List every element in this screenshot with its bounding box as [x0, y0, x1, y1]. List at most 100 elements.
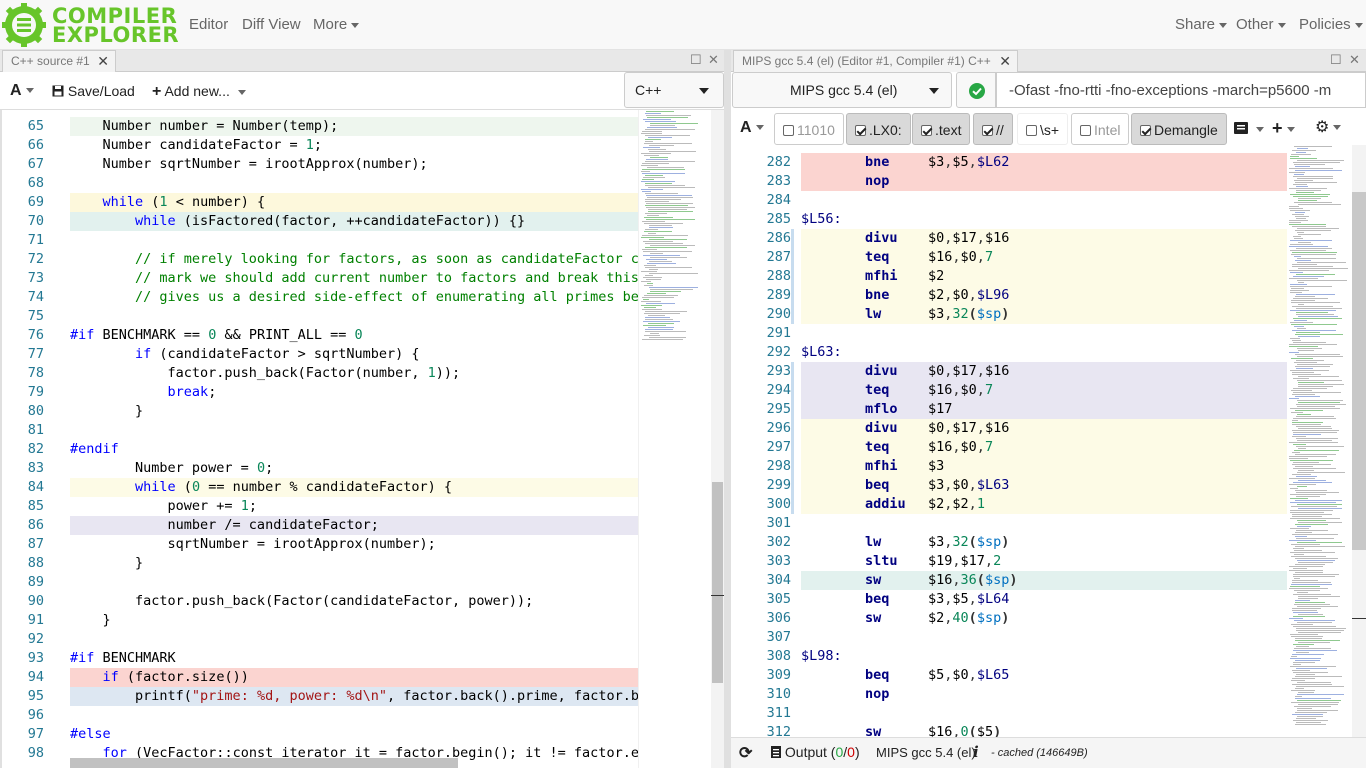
assembly-line[interactable]: 311 [731, 704, 1287, 723]
assembly-line[interactable]: 309 beq $5,$0,$L65 [731, 666, 1287, 685]
source-vertical-scrollbar[interactable] [711, 110, 724, 768]
assembly-line[interactable]: 282 bne $3,$5,$L62 [731, 153, 1287, 172]
source-code-line[interactable]: 84 while (0 == number % candidateFactor)… [0, 478, 638, 497]
tab-compiler[interactable]: MIPS gcc 5.4 (el) (Editor #1, Compiler #… [733, 50, 1018, 72]
font-scale-button[interactable]: A [740, 111, 764, 145]
source-code-line[interactable]: 68 [0, 174, 638, 193]
source-code-line[interactable]: 76 #if BENCHMARK == 0 && PRINT_ALL == 0 [0, 326, 638, 345]
assembly-minimap[interactable] [1287, 145, 1352, 737]
assembly-line[interactable]: 289 bne $2,$0,$L96 [731, 286, 1287, 305]
compiler-explorer-logo[interactable]: COMPILER EXPLORER [2, 3, 179, 47]
source-code-line[interactable]: 79 break; [0, 383, 638, 402]
compiler-options-input[interactable]: -Ofast -fno-rtti -fno-exceptions -march=… [996, 72, 1366, 108]
source-code-line[interactable]: 71 [0, 231, 638, 250]
assembly-line[interactable]: 295 mflo $17 [731, 400, 1287, 419]
source-horizontal-scrollbar[interactable] [70, 758, 458, 768]
source-minimap[interactable] [638, 110, 711, 768]
assembly-line[interactable]: 299 beq $3,$0,$L63 [731, 476, 1287, 495]
assembly-line[interactable]: 283 nop [731, 172, 1287, 191]
compiler-select[interactable]: MIPS gcc 5.4 (el) [732, 72, 952, 108]
assembly-line[interactable]: 293 divu $0,$17,$16 [731, 362, 1287, 381]
assembly-line[interactable]: 290 lw $3,32($sp) [731, 305, 1287, 324]
source-code-line[interactable]: 80 } [0, 402, 638, 421]
source-code-line[interactable]: 72 // if merely looking for factors, as … [0, 250, 647, 269]
assembly-line[interactable]: 291 [731, 324, 1287, 343]
assembly-line[interactable]: 302 lw $3,32($sp) [731, 533, 1287, 552]
source-code-line[interactable]: 81 [0, 421, 638, 440]
filter-labels-toggle[interactable]: .LX0: [846, 113, 911, 145]
add-new-button[interactable]: + Add new... [152, 72, 246, 110]
assembly-line[interactable]: 303 sltu $19,$17,2 [731, 552, 1287, 571]
nav-more-dropdown[interactable]: More [313, 16, 359, 33]
close-pane-icon[interactable]: ✕ [1349, 52, 1360, 68]
filter-binary-toggle[interactable]: 11010 [774, 113, 844, 145]
source-code-line[interactable]: 94 if (factor.size()) [0, 668, 638, 687]
font-scale-button[interactable]: A [10, 72, 34, 110]
assembly-line[interactable]: 287 teq $16,$0,7 [731, 248, 1287, 267]
source-code-line[interactable]: 91 } [0, 611, 638, 630]
settings-button[interactable]: ⚙ [1315, 111, 1341, 145]
nav-other-dropdown[interactable]: Other [1236, 16, 1286, 33]
source-code-line[interactable]: 66 Number candidateFactor = 1; [0, 136, 638, 155]
nav-share-dropdown[interactable]: Share [1175, 16, 1227, 33]
source-code-line[interactable]: 78 factor.push_back(Factor(number, 1)); [0, 364, 638, 383]
source-code-line[interactable]: 97 #else [0, 725, 638, 744]
tab-cpp-source[interactable]: C++ source #1 ✕ [2, 50, 116, 72]
nav-policies-dropdown[interactable]: Policies [1299, 16, 1363, 33]
source-code-line[interactable]: 85 power += 1; [0, 497, 638, 516]
source-code-line[interactable]: 96 [0, 706, 638, 725]
source-code-line[interactable]: 95 printf("prime: %d, power: %d\n", fact… [0, 687, 647, 706]
source-code-line[interactable]: 75 [0, 307, 638, 326]
source-code-line[interactable]: 82 #endif [0, 440, 638, 459]
assembly-line[interactable]: 285 $L56: [731, 210, 1287, 229]
source-code-line[interactable]: 74 // gives us a desired side-effect of … [0, 288, 647, 307]
assembly-line[interactable]: 286 divu $0,$17,$16 [731, 229, 1287, 248]
filter-comments-toggle[interactable]: // [973, 113, 1013, 145]
assembly-line[interactable]: 284 [731, 191, 1287, 210]
source-code-line[interactable]: 69 while (1 < number) { [0, 193, 638, 212]
assembly-line[interactable]: 297 teq $16,$0,7 [731, 438, 1287, 457]
info-icon[interactable]: i [973, 743, 979, 761]
add-tool-button[interactable]: + [1272, 111, 1295, 145]
source-scrollbar-thumb[interactable] [712, 482, 723, 683]
source-code-line[interactable]: 87 sqrtNumber = irootApprox(number); [0, 535, 638, 554]
assembly-line[interactable]: 305 beq $3,$5,$L64 [731, 590, 1287, 609]
filter-whitespace-toggle[interactable]: \s+ [1017, 113, 1069, 145]
assembly-line[interactable]: 308 $L98: [731, 647, 1287, 666]
assembly-line[interactable]: 296 divu $0,$17,$16 [731, 419, 1287, 438]
source-code-line[interactable]: 70 while (isFactored(factor, ++candidate… [0, 212, 638, 231]
save-load-button[interactable]: Save/Load [52, 72, 135, 110]
assembly-line[interactable]: 310 nop [731, 685, 1287, 704]
close-icon[interactable]: ✕ [97, 51, 109, 71]
source-code-line[interactable]: 73 // mark we should add current number … [0, 269, 639, 288]
assembly-line[interactable]: 306 sw $2,40($sp) [731, 609, 1287, 628]
source-code-line[interactable]: 67 Number sqrtNumber = irootApprox(numbe… [0, 155, 638, 174]
maximize-icon[interactable]: ☐ [690, 52, 702, 68]
filter-directives-toggle[interactable]: .text [912, 113, 971, 145]
pane-splitter[interactable] [724, 50, 731, 768]
assembly-line[interactable]: 298 mfhi $3 [731, 457, 1287, 476]
close-icon[interactable]: ✕ [999, 51, 1011, 71]
nav-diff-view[interactable]: Diff View [242, 16, 301, 33]
filter-intel-toggle[interactable]: Intel [1071, 113, 1130, 145]
source-code-line[interactable]: 93 #if BENCHMARK [0, 649, 638, 668]
source-code-line[interactable]: 86 number /= candidateFactor; [0, 516, 638, 535]
source-code-line[interactable]: 88 } [0, 554, 638, 573]
output-button[interactable]: Output (0/0) [771, 744, 860, 760]
source-code-line[interactable]: 83 Number power = 0; [0, 459, 638, 478]
output-options-button[interactable] [1234, 111, 1264, 145]
assembly-line[interactable]: 301 [731, 514, 1287, 533]
filter-demangle-toggle[interactable]: Demangle [1131, 113, 1227, 145]
assembly-line[interactable]: 292 $L63: [731, 343, 1287, 362]
close-pane-icon[interactable]: ✕ [708, 52, 719, 68]
source-code-line[interactable]: 92 [0, 630, 638, 649]
assembly-line[interactable]: 307 [731, 628, 1287, 647]
assembly-line[interactable]: 288 mfhi $2 [731, 267, 1287, 286]
maximize-icon[interactable]: ☐ [1330, 52, 1342, 68]
language-select[interactable]: C++ [624, 72, 724, 108]
assembly-line[interactable]: 312 sw $16,0($5) [731, 723, 1287, 737]
source-code-line[interactable]: 89 [0, 573, 638, 592]
source-code-line[interactable]: 90 factor.push_back(Factor(candidateFact… [0, 592, 638, 611]
source-editor[interactable]: 98 for (VecFactor::const_iterator it = f… [0, 110, 724, 768]
assembly-line[interactable]: 294 teq $16,$0,7 [731, 381, 1287, 400]
